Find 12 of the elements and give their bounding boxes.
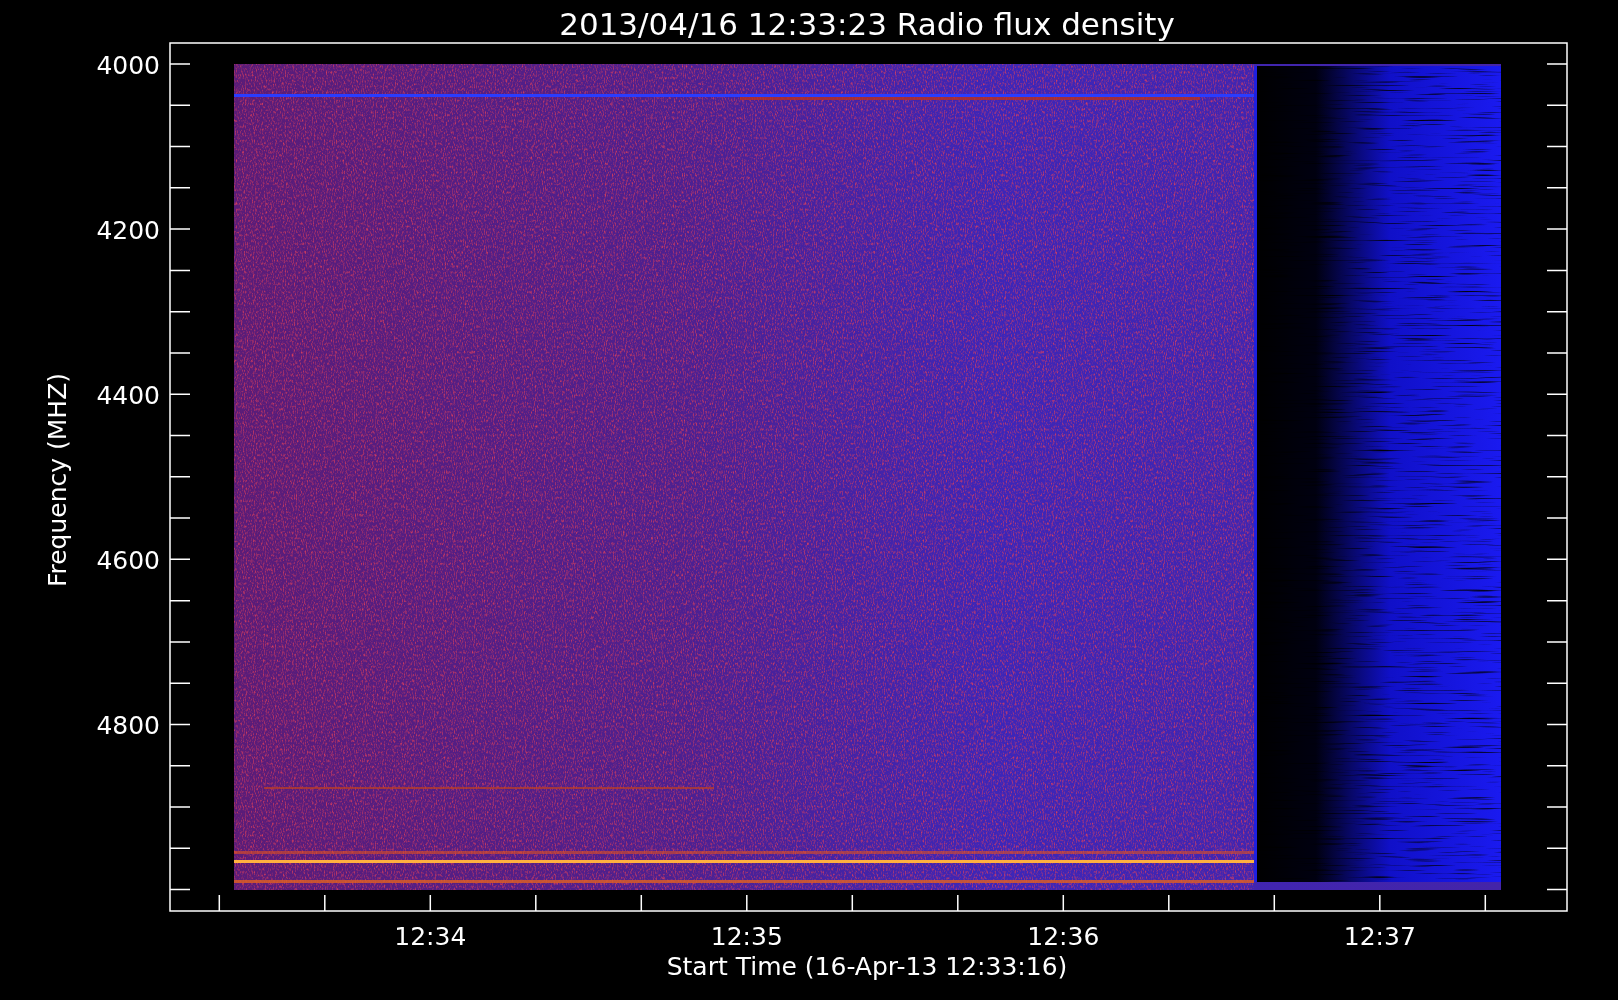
- chart-title: 2013/04/16 12:33:23 Radio flux density: [559, 6, 1175, 42]
- x-axis-label: Start Time (16-Apr-13 12:33:16): [666, 952, 1068, 981]
- y-tick-label: 4400: [96, 381, 160, 411]
- y-tick-label: 4600: [96, 546, 160, 576]
- y-tick-label: 4200: [96, 216, 160, 246]
- y-tick-label: 4000: [96, 51, 160, 80]
- x-tick-label: 12:37: [1343, 922, 1416, 951]
- x-tick-label: 12:34: [394, 922, 467, 951]
- y-tick-label: 4800: [96, 711, 160, 741]
- x-tick-label: 12:35: [710, 922, 783, 951]
- y-axis-label: Frequency (MHZ): [43, 372, 72, 588]
- x-tick-label: 12:36: [1027, 922, 1100, 951]
